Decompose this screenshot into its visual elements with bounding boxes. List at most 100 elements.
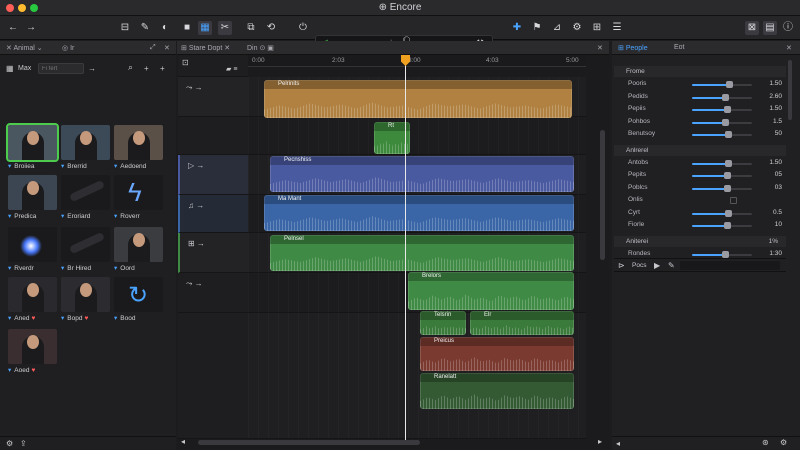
param-value[interactable]: 0.5 [773,209,782,216]
slider-knob[interactable] [722,250,729,258]
slider-knob[interactable] [722,93,729,101]
param-slider[interactable] [692,184,752,192]
slider-knob[interactable] [723,172,731,179]
slider-knob[interactable] [726,81,734,88]
library-thumbnail[interactable] [6,123,59,162]
inspector-scrollbar[interactable] [788,60,792,120]
keyframe-icon[interactable]: ⊳ [618,261,625,270]
info-icon[interactable]: ⓘ [781,21,795,35]
track-header[interactable]: ♫ → [178,195,248,233]
inspector-gear-icon[interactable]: ⚙ [780,438,787,447]
inspector-reset-icon[interactable]: ⊛ [762,438,769,447]
param-value[interactable]: 03 [775,184,782,191]
param-value[interactable]: 1.50 [769,105,782,112]
flag-icon[interactable]: ⚑ [530,21,544,35]
library-thumbnail[interactable] [8,277,57,312]
power-icon[interactable]: ⏻ [296,21,310,35]
timeline-horizontal-scrollbar[interactable] [198,440,420,445]
inspector-back-icon[interactable]: ◂ [616,439,620,448]
timeline-ruler[interactable]: 0:00 2:03 3:00 4:03 5:00 [248,55,586,67]
favorite-heart-icon[interactable]: ♥ [84,315,88,322]
inspector-search-field[interactable] [680,261,780,270]
param-slider[interactable] [692,159,752,167]
settings-icon[interactable]: ⚙ [6,439,13,448]
back-icon[interactable]: ← [6,21,20,35]
library-thumbnail[interactable]: ϟ [114,175,163,210]
param-slider[interactable] [692,81,752,88]
param-value[interactable]: 1.50 [769,159,782,166]
inspector-close-icon[interactable]: ✕ [786,44,792,52]
param-slider[interactable] [692,209,752,217]
share-footer-icon[interactable]: ⇪ [20,439,27,448]
track-header[interactable]: ⤳ → [178,77,248,117]
library-thumbnail[interactable] [61,277,110,312]
param-slider[interactable] [692,118,752,126]
timeline-options-icon[interactable]: ⊡ [182,58,189,67]
transform-icon[interactable]: ⟲ [264,21,278,35]
filter-input[interactable] [38,63,84,74]
grid-icon[interactable]: ▦ [198,21,212,35]
param-slider[interactable] [692,172,752,179]
favorite-heart-icon[interactable]: ♥ [31,315,35,322]
tab-stare-dopt[interactable]: ⊞ Stare Dopt ✕ [181,44,230,52]
timeline-collapse-icon[interactable]: ▰ ≡ [226,65,237,73]
timeline-clip[interactable]: Ranelatt [420,373,574,409]
timeline-vertical-scrollbar[interactable] [600,130,605,260]
library-thumbnail[interactable] [8,175,57,210]
library-thumbnail[interactable] [61,175,110,210]
pin-icon[interactable]: ⊿ [550,21,564,35]
import-icon[interactable]: ⊟ [118,21,132,35]
track-header[interactable]: ▷ → [178,155,248,195]
grid-view-icon[interactable]: ▦ [6,64,14,73]
crop-icon[interactable]: ⧉ [244,21,258,35]
param-value[interactable]: 1.50 [769,80,782,87]
scroll-right-icon[interactable]: ▸ [598,437,602,446]
timeline-clip[interactable]: Pelnsel [270,235,574,271]
analyze-icon[interactable]: ◐ [158,21,172,35]
more-icon[interactable]: + [160,64,165,73]
timeline-clip[interactable]: Brelors [408,272,574,310]
inspector-section-header[interactable]: Anlrerel [614,144,786,156]
search-icon[interactable]: ⌕ [128,62,133,73]
trim-tool-icon[interactable]: ✂ [218,21,232,35]
track-header[interactable] [178,117,248,155]
inspector-icon[interactable]: ▤ [763,21,777,35]
library-expand-icon[interactable]: ⤢ [150,44,156,52]
library-close-icon[interactable]: ✕ [164,44,170,52]
track-header[interactable]: ⊞ → [178,233,248,273]
slider-knob[interactable] [723,106,731,113]
library-thumbnail[interactable] [61,125,110,160]
playhead[interactable] [405,55,406,440]
param-value[interactable]: 1.5 [773,118,782,125]
track-header[interactable] [178,313,248,439]
library-thumbnail[interactable] [114,227,163,262]
slider-knob[interactable] [725,159,732,167]
library-thumbnail[interactable] [114,125,163,160]
favorite-heart-icon[interactable]: ♥ [31,367,35,374]
param-value[interactable]: 1:30 [769,250,782,257]
param-slider[interactable] [692,131,752,138]
arrow-right-icon[interactable]: → [88,64,96,73]
param-slider[interactable] [692,93,752,101]
timeline-clip[interactable]: Preicus [420,337,574,371]
marker-icon[interactable]: ✚ [510,21,524,35]
param-value[interactable]: 10 [775,221,782,228]
param-value[interactable]: 05 [775,171,782,178]
inspector-section-header[interactable]: Aniterei 1% [614,235,786,247]
library-thumbnail[interactable] [8,329,57,364]
play-icon[interactable]: ▶ [654,261,660,270]
param-checkbox[interactable] [730,197,737,204]
slider-knob[interactable] [723,222,731,229]
timeline-clip[interactable]: Telsrin [420,311,466,335]
param-slider[interactable] [692,106,752,113]
slider-knob[interactable] [725,209,732,217]
scroll-left-icon[interactable]: ◂ [181,437,185,446]
share-icon[interactable]: ⊠ [745,21,759,35]
timeline-close-icon[interactable]: ✕ [597,44,603,52]
add-icon[interactable]: + [144,64,149,73]
track-header[interactable]: ⤳ → [178,273,248,313]
pen-icon[interactable]: ✎ [668,261,675,270]
inspector-section-header[interactable]: Frome [614,66,786,77]
param-value[interactable]: 2.60 [769,93,782,100]
slider-knob[interactable] [722,118,729,126]
